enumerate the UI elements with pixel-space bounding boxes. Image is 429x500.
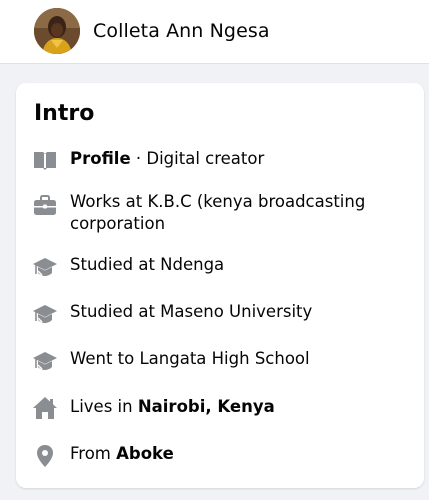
briefcase-icon xyxy=(32,193,58,219)
intro-title: Intro xyxy=(34,101,95,126)
location-pin-icon xyxy=(32,443,58,469)
hometown-text: From Aboke xyxy=(70,443,410,465)
current-city-text: Lives in Nairobi, Kenya xyxy=(70,396,410,418)
education-text[interactable]: Went to Langata High School xyxy=(70,348,410,370)
work-text[interactable]: Works at K.B.C (kenya broadcasting corpo… xyxy=(70,191,410,235)
graduation-cap-icon xyxy=(32,254,58,280)
hometown-link[interactable]: Aboke xyxy=(116,444,174,463)
avatar[interactable] xyxy=(34,8,80,54)
profile-category: · Digital creator xyxy=(130,149,265,168)
hometown-prefix: From xyxy=(70,444,117,463)
profile-label: Profile xyxy=(70,149,131,168)
book-page-icon xyxy=(32,147,58,173)
education-text[interactable]: Studied at Ndenga xyxy=(70,254,410,276)
profile-name[interactable]: Colleta Ann Ngesa xyxy=(93,20,270,42)
house-icon xyxy=(32,395,58,421)
graduation-cap-icon xyxy=(32,301,58,327)
intro-item-text: Profile · Digital creator xyxy=(70,148,410,170)
current-city-link[interactable]: Nairobi, Kenya xyxy=(138,397,275,416)
profile-header: Colleta Ann Ngesa xyxy=(0,0,429,64)
current-city-prefix: Lives in xyxy=(70,397,138,416)
graduation-cap-icon xyxy=(32,348,58,374)
education-text[interactable]: Studied at Maseno University xyxy=(70,301,410,323)
intro-card: Intro Profile · Digital creator Works at… xyxy=(16,83,424,488)
